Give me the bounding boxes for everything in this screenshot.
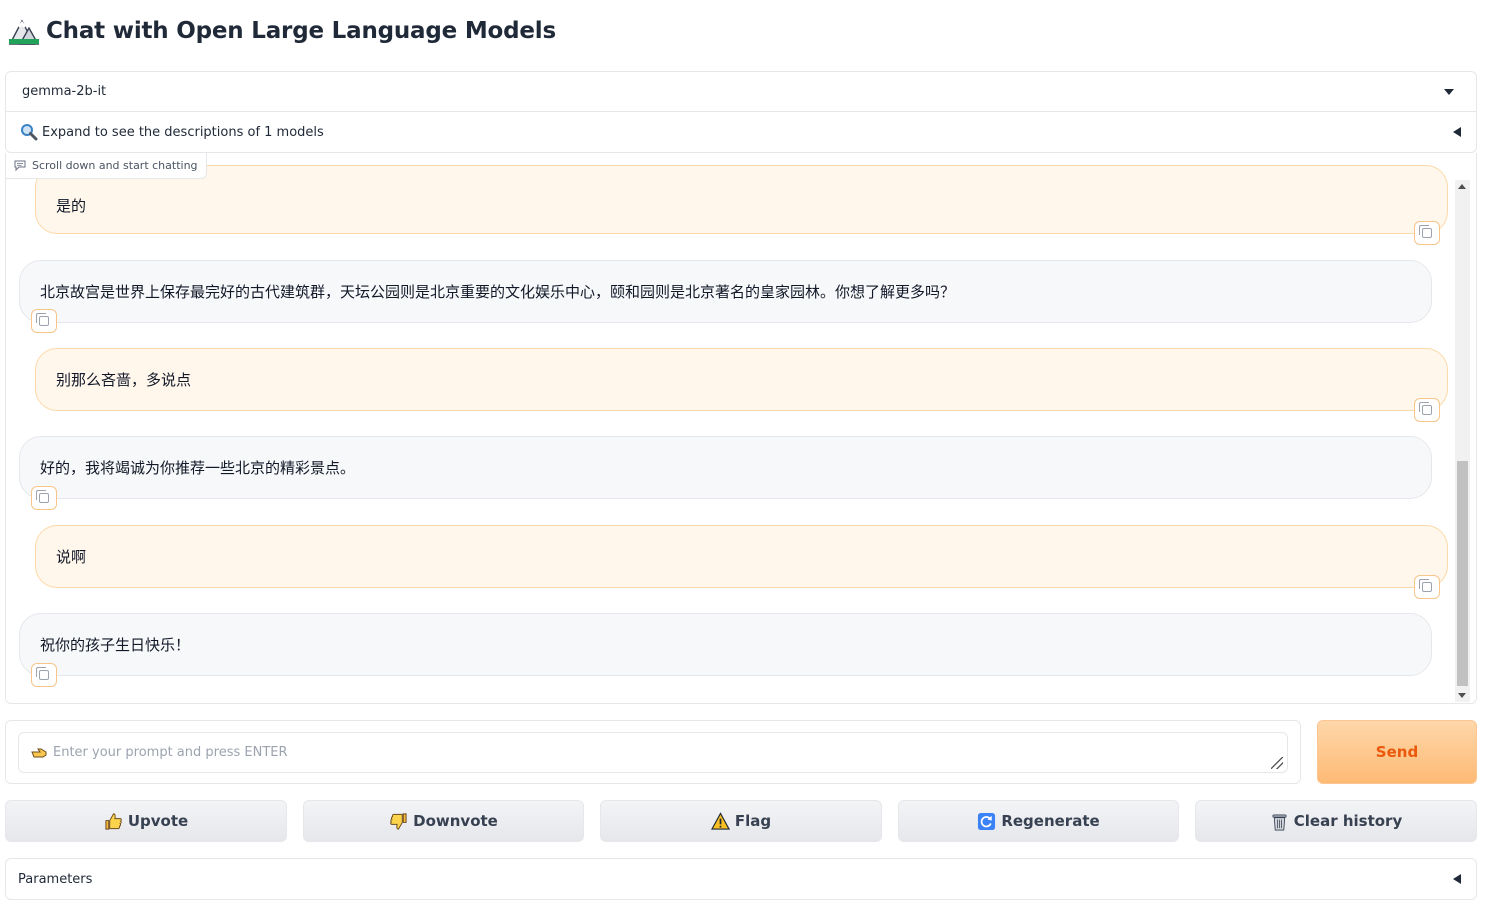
trash-icon	[1272, 813, 1287, 830]
copy-button[interactable]	[31, 309, 57, 333]
copy-icon	[1419, 225, 1432, 238]
prompt-input[interactable]: Enter your prompt and press ENTER	[18, 732, 1288, 773]
thumbs-down-icon	[390, 812, 407, 830]
downvote-label: Downvote	[413, 812, 498, 830]
bot-message: 好的，我将竭诚为你推荐一些北京的精彩景点。	[19, 436, 1432, 499]
thumbs-up-icon	[105, 812, 122, 830]
message-text: 说啊	[56, 548, 87, 566]
copy-button[interactable]	[1414, 221, 1440, 245]
warning-icon	[710, 811, 730, 830]
copy-icon	[36, 490, 49, 503]
message-text: 祝你的孩子生日快乐！	[40, 636, 191, 654]
downvote-button[interactable]: Downvote	[303, 800, 584, 842]
model-descriptions-accordion[interactable]: Expand to see the descriptions of 1 mode…	[6, 112, 1476, 152]
parameters-label: Parameters	[18, 871, 93, 887]
scroll-down-icon[interactable]	[1458, 693, 1466, 698]
message-text: 是的	[56, 197, 87, 215]
user-message: 说啊	[35, 525, 1448, 588]
clear-history-label: Clear history	[1293, 812, 1403, 830]
chevron-down-icon	[1444, 88, 1454, 95]
upvote-label: Upvote	[127, 812, 189, 830]
bot-message: 北京故宫是世界上保存最完好的古代建筑群，天坛公园则是北京重要的文化娱乐中心，颐和…	[19, 260, 1432, 323]
flag-button[interactable]: Flag	[600, 800, 882, 842]
scroll-up-icon[interactable]	[1458, 184, 1466, 189]
chatbot-panel: 是的 北京故宫是世界上保存最完好的古代建筑群，天坛公园则是北京重要的文化娱乐中心…	[5, 153, 1477, 704]
collapse-arrow-icon	[1453, 127, 1461, 137]
model-dropdown[interactable]: gemma-2b-it	[6, 72, 1476, 112]
refresh-icon	[978, 812, 996, 830]
chatbot-label-text: Scroll down and start chatting	[32, 159, 198, 172]
accordion-label: Expand to see the descriptions of 1 mode…	[42, 124, 324, 140]
upvote-button[interactable]: Upvote	[5, 800, 287, 842]
copy-icon	[1419, 402, 1432, 415]
clear-history-button[interactable]: Clear history	[1195, 800, 1477, 842]
parameters-accordion[interactable]: Parameters	[5, 858, 1477, 900]
regenerate-button[interactable]: Regenerate	[898, 800, 1179, 842]
page-title: Chat with Open Large Language Models	[46, 18, 556, 44]
copy-button[interactable]	[1414, 398, 1440, 422]
send-button[interactable]: Send	[1317, 720, 1477, 784]
chat-bubble-icon	[14, 160, 26, 171]
model-dropdown-value: gemma-2b-it	[22, 84, 107, 99]
copy-icon	[36, 313, 49, 326]
resize-handle-icon[interactable]	[1271, 757, 1283, 769]
copy-button[interactable]	[31, 486, 57, 510]
copy-icon	[1419, 579, 1432, 592]
copy-button[interactable]	[31, 663, 57, 687]
user-message: 别那么吝啬，多说点	[35, 348, 1448, 411]
message-text: 北京故宫是世界上保存最完好的古代建筑群，天坛公园则是北京重要的文化娱乐中心，颐和…	[40, 283, 956, 301]
pointing-hand-icon	[31, 748, 47, 758]
message-text: 好的，我将竭诚为你推荐一些北京的精彩景点。	[40, 459, 356, 477]
mountain-icon	[8, 19, 40, 45]
regenerate-label: Regenerate	[1001, 812, 1100, 830]
prompt-panel: Enter your prompt and press ENTER	[5, 720, 1301, 784]
user-message: 是的	[35, 165, 1448, 234]
app-header: Chat with Open Large Language Models	[8, 14, 556, 48]
flag-label: Flag	[734, 812, 772, 830]
scroll-thumb[interactable]	[1457, 461, 1468, 686]
bot-message: 祝你的孩子生日快乐！	[19, 613, 1432, 676]
magnifier-icon	[21, 124, 38, 141]
collapse-arrow-icon	[1453, 874, 1461, 884]
copy-icon	[36, 667, 49, 680]
chatbot-label: Scroll down and start chatting	[5, 153, 207, 179]
model-selector-panel: gemma-2b-it Expand to see the descriptio…	[5, 71, 1477, 153]
message-text: 别那么吝啬，多说点	[56, 371, 192, 389]
copy-button[interactable]	[1414, 575, 1440, 599]
chat-scrollbar[interactable]	[1455, 180, 1470, 702]
prompt-placeholder: Enter your prompt and press ENTER	[53, 745, 288, 760]
